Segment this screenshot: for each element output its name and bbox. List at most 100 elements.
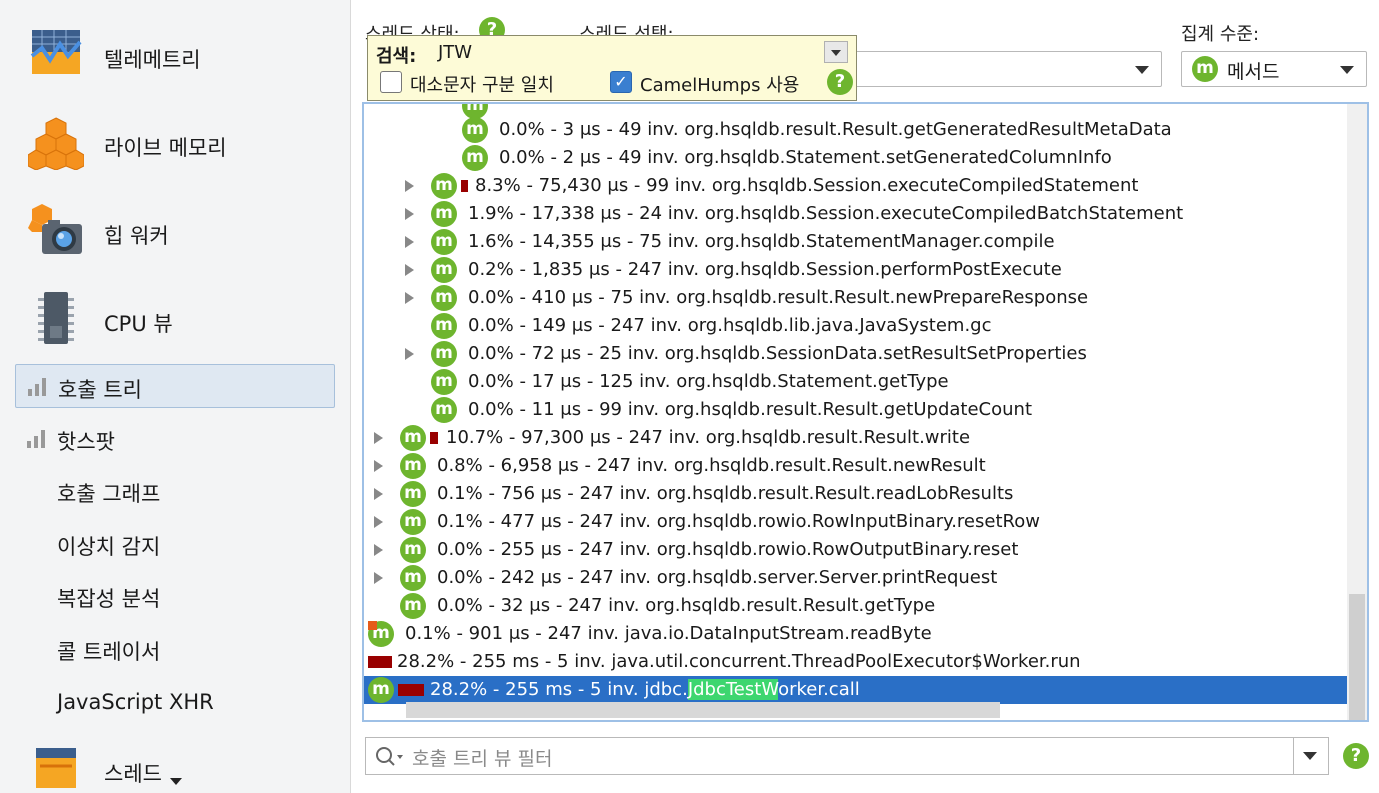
sidebar-item-call-tracer[interactable]: 콜 트레이서 [15,627,335,671]
method-icon: m [431,229,457,255]
tree-row-text: 0.0% - 410 μs - 75 inv. org.hsqldb.resul… [468,287,1089,308]
call-tree-filter[interactable]: 호출 트리 뷰 필터 [365,737,1329,775]
sidebar-item-telemetry[interactable]: 텔레메트리 [0,14,351,94]
tree-row[interactable]: m 0.0% - 149 μs - 247 inv. org.hsqldb.li… [364,312,1367,340]
tree-row[interactable]: m 0.8% - 6,958 μs - 247 inv. org.hsqldb.… [364,452,1367,480]
sidebar-item-call-tree[interactable]: 호출 트리 [15,364,335,408]
sidebar-item-hot-spots[interactable]: 핫스팟 [15,417,335,461]
search-history-dropdown[interactable] [824,41,848,63]
tree-row[interactable]: m 1.9% - 17,338 μs - 24 inv. org.hsqldb.… [364,200,1367,228]
tree-row-text: 10.7% - 97,300 μs - 247 inv. org.hsqldb.… [446,427,971,448]
horizontal-scrollbar-thumb[interactable] [406,702,1000,718]
camelhumps-checkbox[interactable]: ✓ [610,71,632,93]
tree-row-text: 28.2% - 255 ms - 5 inv. java.util.concur… [397,651,1081,672]
tree-row[interactable]: m 0.1% - 756 μs - 247 inv. org.hsqldb.re… [364,480,1367,508]
chevron-down-icon [1340,66,1354,74]
expand-icon[interactable] [374,460,383,472]
tree-row[interactable]: m 0.0% - 32 μs - 247 inv. org.hsqldb.res… [364,592,1367,620]
method-icon: m [431,397,457,423]
tree-row[interactable]: m 0.1% - 901 μs - 247 inv. java.io.DataI… [364,620,1367,648]
sidebar-item-label: 콜 트레이서 [57,640,161,664]
method-icon: m [431,201,457,227]
expand-icon[interactable] [374,432,383,444]
sidebar-item-outlier-detection[interactable]: 이상치 감지 [15,522,335,566]
expand-icon[interactable] [374,488,383,500]
tree-row-text: 28.2% - 255 ms - 5 inv. jdbc.JdbcTestWor… [430,679,860,700]
method-icon: m [431,313,457,339]
sidebar-item-javascript-xhr[interactable]: JavaScript XHR [15,681,335,725]
method-icon: m [431,173,457,199]
expand-icon[interactable] [374,572,383,584]
filter-input[interactable]: 호출 트리 뷰 필터 [412,744,552,771]
aggregation-level-label: 집계 수준: [1181,24,1260,45]
tree-row-text: 0.0% - 72 μs - 25 inv. org.hsqldb.Sessio… [468,343,1087,364]
bar-chart-icon [27,430,45,448]
sidebar-item-label: 이상치 감지 [57,535,161,559]
method-icon: m [400,509,426,535]
thread-select-combo[interactable] [850,51,1162,87]
tree-row[interactable]: m 0.1% - 477 μs - 247 inv. org.hsqldb.ro… [364,508,1367,536]
sidebar-item-call-graph[interactable]: 호출 그래프 [15,469,335,513]
sidebar-item-heap-walker[interactable]: 힙 워커 [0,190,351,270]
sidebar: 텔레메트리 라이브 메모리 힙 워커 CPU 뷰 호출 트리 핫스팟 호출 그래… [0,0,351,793]
method-icon: m [400,481,426,507]
aggregation-level-combo[interactable]: m 메서드 [1181,51,1367,87]
expand-icon[interactable] [374,516,383,528]
sidebar-item-label: 힙 워커 [104,224,169,248]
tree-row[interactable]: m 0.0% - 3 μs - 49 inv. org.hsqldb.resul… [364,116,1367,144]
expand-icon[interactable] [405,264,414,276]
threads-icon [36,748,76,788]
tree-row[interactable]: m 0.0% - 72 μs - 25 inv. org.hsqldb.Sess… [364,340,1367,368]
expand-icon[interactable] [405,348,414,360]
tree-row[interactable]: m 0.0% - 11 μs - 99 inv. org.hsqldb.resu… [364,396,1367,424]
time-bar [368,656,392,668]
tree-row-text: 0.1% - 756 μs - 247 inv. org.hsqldb.resu… [437,483,1014,504]
tree-row-text: 0.0% - 242 μs - 247 inv. org.hsqldb.serv… [437,567,998,588]
vertical-scrollbar[interactable] [1347,104,1367,720]
tree-row[interactable]: 28.2% - 255 ms - 5 inv. java.util.concur… [364,648,1367,676]
tree-row[interactable]: m 0.2% - 1,835 μs - 247 inv. org.hsqldb.… [364,256,1367,284]
vertical-scrollbar-thumb[interactable] [1349,594,1365,720]
filter-help-icon[interactable]: ? [1343,743,1369,769]
sidebar-scroll-down-icon[interactable] [170,778,182,785]
tree-row[interactable]: m 10.7% - 97,300 μs - 247 inv. org.hsqld… [364,424,1367,452]
sidebar-item-label: 호출 그래프 [57,482,161,506]
case-sensitive-checkbox[interactable] [380,71,402,93]
sidebar-item-complexity-analysis[interactable]: 복잡성 분석 [15,574,335,618]
tree-row-text: 0.0% - 149 μs - 247 inv. org.hsqldb.lib.… [468,315,992,336]
method-icon: m [431,341,457,367]
search-input[interactable]: JTW [438,42,472,63]
call-tree[interactable]: m m 0.0% - 3 μs - 49 inv. org.hsqldb.res… [362,102,1369,722]
tree-row[interactable]: m 1.6% - 14,355 μs - 75 inv. org.hsqldb.… [364,228,1367,256]
tree-row-text: 8.3% - 75,430 μs - 99 inv. org.hsqldb.Se… [475,175,1139,196]
method-icon: m [400,565,426,591]
method-icon: m [368,677,394,703]
sidebar-item-live-memory[interactable]: 라이브 메모리 [0,102,351,182]
tree-row[interactable]: m 8.3% - 75,430 μs - 99 inv. org.hsqldb.… [364,172,1367,200]
expand-icon[interactable] [405,180,414,192]
tree-row-text: 0.1% - 901 μs - 247 inv. java.io.DataInp… [405,623,932,644]
sidebar-item-cpu-views[interactable]: CPU 뷰 [0,278,351,358]
tree-row[interactable]: m 0.0% - 2 μs - 49 inv. org.hsqldb.State… [364,144,1367,172]
aggregation-level-value: 메서드 [1227,61,1280,83]
expand-icon[interactable] [405,208,414,220]
expand-icon[interactable] [405,292,414,304]
sidebar-item-label: 호출 트리 [58,378,142,402]
sidebar-item-label: 텔레메트리 [104,48,201,72]
time-bar [398,684,424,696]
tree-row[interactable]: m 0.0% - 17 μs - 125 inv. org.hsqldb.Sta… [364,368,1367,396]
expand-icon[interactable] [405,236,414,248]
chevron-down-icon[interactable] [1303,752,1317,760]
search-icon [376,747,403,766]
search-help-icon[interactable]: ? [827,69,853,95]
tree-row[interactable]: m 0.0% - 255 μs - 247 inv. org.hsqldb.ro… [364,536,1367,564]
tree-row[interactable]: m 0.0% - 242 μs - 247 inv. org.hsqldb.se… [364,564,1367,592]
telemetry-icon [30,30,82,74]
tree-row-selected[interactable]: m 28.2% - 255 ms - 5 inv. jdbc.JdbcTestW… [364,676,1347,704]
method-icon: m [462,145,488,171]
chevron-down-icon [1135,66,1149,74]
expand-icon[interactable] [374,544,383,556]
tree-row-text: 1.9% - 17,338 μs - 24 inv. org.hsqldb.Se… [468,203,1184,224]
tree-row[interactable]: m 0.0% - 410 μs - 75 inv. org.hsqldb.res… [364,284,1367,312]
method-icon: m [400,593,426,619]
